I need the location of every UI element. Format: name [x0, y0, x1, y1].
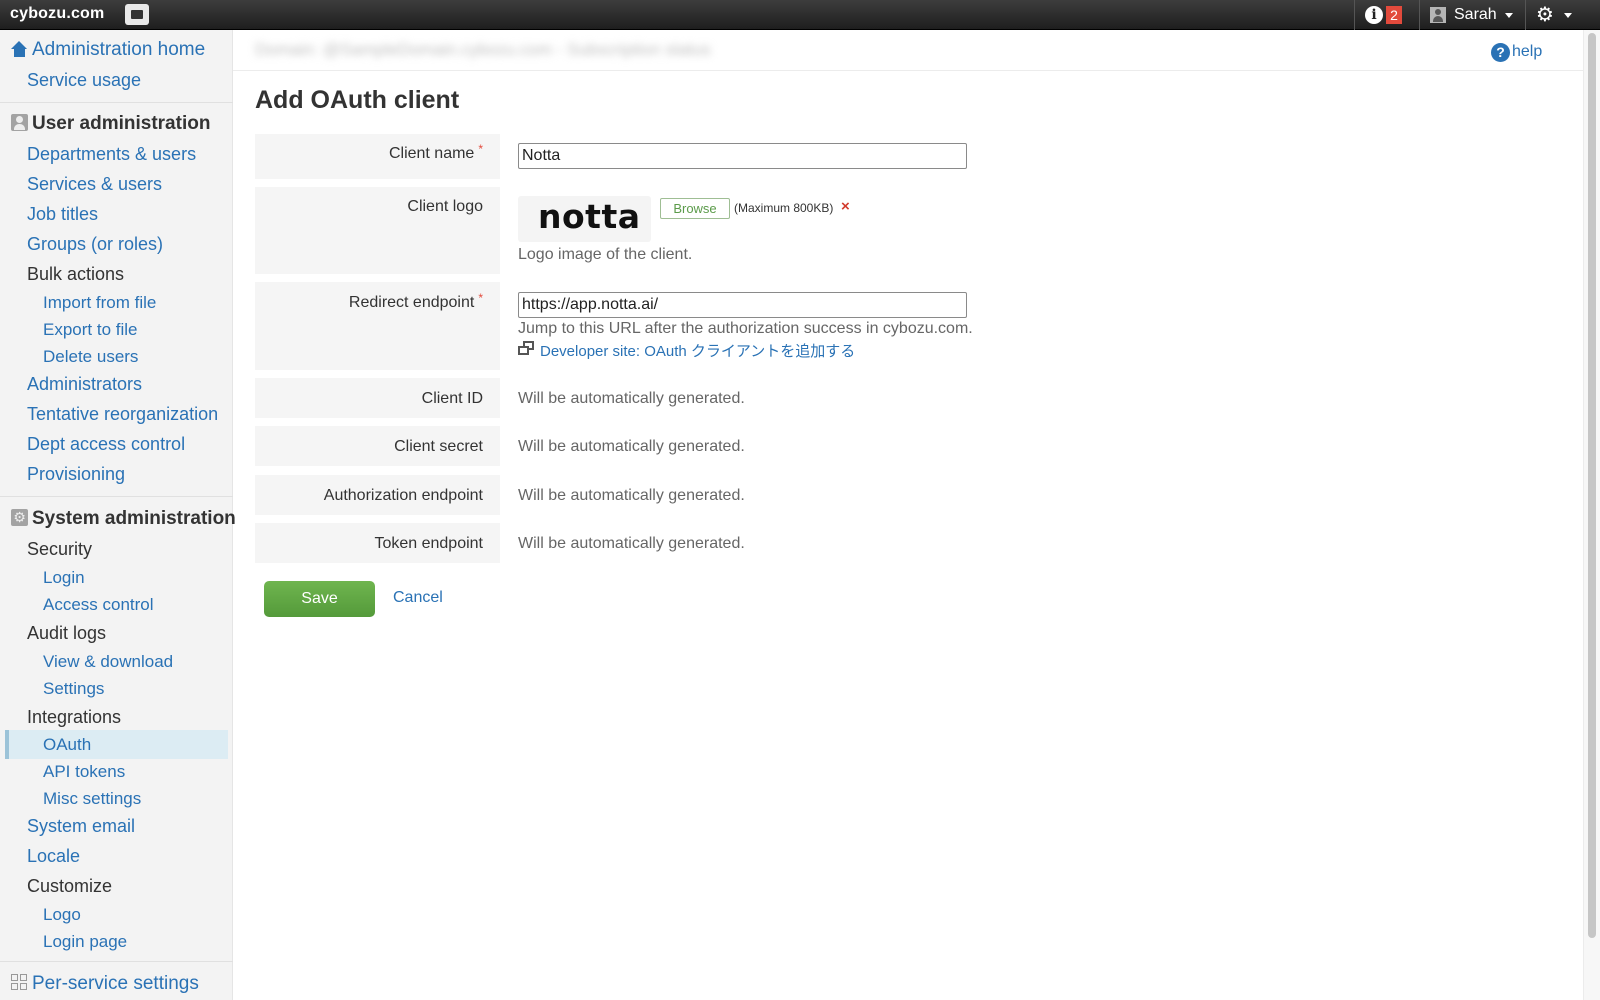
- token-endpoint-value: Will be automatically generated.: [518, 535, 745, 552]
- grid-icon: [11, 974, 28, 991]
- sidebar-item-login-page[interactable]: Login page: [43, 931, 127, 953]
- app-menu-icon[interactable]: [125, 4, 149, 25]
- divider: [0, 496, 233, 497]
- save-button[interactable]: Save: [264, 581, 375, 617]
- redirect-endpoint-label: Redirect endpoint *: [348, 291, 483, 311]
- sidebar-group-customize: Customize: [27, 876, 113, 896]
- scrollbar[interactable]: [1583, 30, 1600, 1000]
- client-secret-value: Will be automatically generated.: [518, 438, 745, 455]
- sidebar-item-audit-settings[interactable]: Settings: [43, 678, 104, 700]
- client-name-input[interactable]: [518, 143, 967, 169]
- sidebar-item-departments-users[interactable]: Departments & users: [27, 143, 196, 165]
- user-icon: [1430, 7, 1446, 23]
- user-name: Sarah: [1454, 6, 1497, 23]
- redirect-endpoint-hint: Jump to this URL after the authorization…: [518, 320, 973, 337]
- section-title-user-administration: User administration: [32, 113, 211, 134]
- sidebar-item-login[interactable]: Login: [43, 567, 85, 589]
- sidebar-item-dept-access-control[interactable]: Dept access control: [27, 433, 185, 455]
- client-logo-preview: notta: [518, 196, 651, 242]
- brand-logo[interactable]: cybozu.com: [10, 5, 104, 23]
- divider: [1419, 0, 1420, 30]
- label-cell-client-id: Client ID: [255, 378, 500, 418]
- top-bar: cybozu.com i 2 Sarah ⚙: [0, 0, 1600, 30]
- sidebar-item-admin-home[interactable]: Administration home: [32, 39, 205, 61]
- help-label: help: [1512, 43, 1543, 60]
- gear-icon: ⚙: [11, 509, 28, 526]
- sidebar-item-service-usage[interactable]: Service usage: [27, 69, 141, 91]
- sidebar-item-oauth[interactable]: OAuth: [43, 734, 91, 756]
- help-link[interactable]: ? help: [1491, 43, 1543, 62]
- sidebar-active-highlight: [5, 730, 228, 759]
- sidebar-item-misc-settings[interactable]: Misc settings: [43, 788, 141, 810]
- divider: [233, 70, 1583, 71]
- divider: [0, 961, 233, 962]
- max-size-note: (Maximum 800KB): [734, 201, 834, 215]
- info-icon: i: [1365, 6, 1383, 24]
- sidebar-item-locale[interactable]: Locale: [27, 845, 80, 867]
- sidebar-group-audit-logs: Audit logs: [27, 623, 107, 643]
- chevron-down-icon: [1564, 13, 1572, 18]
- label-cell-client-logo: Client logo: [255, 187, 500, 274]
- sidebar-item-system-email[interactable]: System email: [27, 815, 135, 837]
- required-mark: *: [478, 291, 483, 305]
- sidebar-group-security: Security: [27, 539, 93, 559]
- authorization-endpoint-value: Will be automatically generated.: [518, 487, 745, 504]
- chevron-down-icon: [1505, 13, 1513, 18]
- client-logo-image: notta: [538, 197, 641, 236]
- client-logo-hint: Logo image of the client.: [518, 246, 693, 263]
- sidebar-item-view-download[interactable]: View & download: [43, 651, 173, 673]
- developer-site-link[interactable]: Developer site: OAuth クライアントを追加する: [540, 340, 855, 361]
- redirect-endpoint-input[interactable]: [518, 292, 967, 318]
- user-icon: [11, 114, 28, 131]
- client-id-label: Client ID: [421, 390, 483, 407]
- sidebar-item-delete-users[interactable]: Delete users: [43, 346, 138, 368]
- client-secret-label: Client secret: [394, 438, 483, 455]
- client-logo-label: Client logo: [407, 198, 483, 215]
- browse-button[interactable]: Browse: [660, 198, 730, 219]
- label-cell-redirect-endpoint: Redirect endpoint *: [255, 282, 500, 370]
- cancel-link[interactable]: Cancel: [393, 589, 443, 607]
- required-mark: *: [478, 142, 483, 156]
- help-icon: ?: [1491, 43, 1510, 62]
- section-title-system-administration: System administration: [32, 508, 236, 529]
- label-cell-client-secret: Client secret: [255, 426, 500, 466]
- client-name-label: Client name *: [388, 142, 483, 162]
- token-endpoint-label: Token endpoint: [374, 535, 483, 552]
- sidebar-item-administrators[interactable]: Administrators: [27, 373, 142, 395]
- sidebar-item-access-control[interactable]: Access control: [43, 594, 154, 616]
- sidebar-item-per-service-settings[interactable]: Per-service settings: [32, 973, 199, 995]
- sidebar-item-provisioning[interactable]: Provisioning: [27, 463, 125, 485]
- authorization-endpoint-label: Authorization endpoint: [323, 487, 483, 504]
- sidebar-item-services-users[interactable]: Services & users: [27, 173, 162, 195]
- sidebar-item-groups-roles[interactable]: Groups (or roles): [27, 233, 163, 255]
- external-link-icon: [518, 341, 535, 356]
- sidebar-item-export-to-file[interactable]: Export to file: [43, 319, 138, 341]
- sidebar-item-job-titles[interactable]: Job titles: [27, 203, 98, 225]
- divider: [1354, 0, 1355, 30]
- page-title: Add OAuth client: [255, 86, 460, 114]
- divider: [0, 102, 233, 103]
- sidebar-item-api-tokens[interactable]: API tokens: [43, 761, 125, 783]
- breadcrumb: Domain: @SampleDomain.cybozu.com - Subsc…: [255, 40, 711, 59]
- divider: [1525, 0, 1526, 30]
- label-cell-client-name: Client name *: [255, 134, 500, 179]
- remove-logo-icon[interactable]: ×: [841, 198, 850, 215]
- sidebar-item-tentative-reorganization[interactable]: Tentative reorganization: [27, 403, 218, 425]
- sidebar-group-bulk-actions: Bulk actions: [27, 264, 125, 284]
- home-icon: [11, 41, 28, 57]
- sidebar-item-logo[interactable]: Logo: [43, 904, 81, 926]
- client-id-value: Will be automatically generated.: [518, 390, 745, 407]
- gear-icon: ⚙: [1536, 4, 1554, 26]
- sidebar-item-import-from-file[interactable]: Import from file: [43, 292, 156, 314]
- scrollbar-thumb[interactable]: [1588, 33, 1596, 938]
- label-cell-token-endpoint: Token endpoint: [255, 523, 500, 563]
- sidebar-group-integrations: Integrations: [27, 707, 122, 727]
- label-cell-authorization-endpoint: Authorization endpoint: [255, 475, 500, 515]
- notification-badge: 2: [1386, 6, 1402, 24]
